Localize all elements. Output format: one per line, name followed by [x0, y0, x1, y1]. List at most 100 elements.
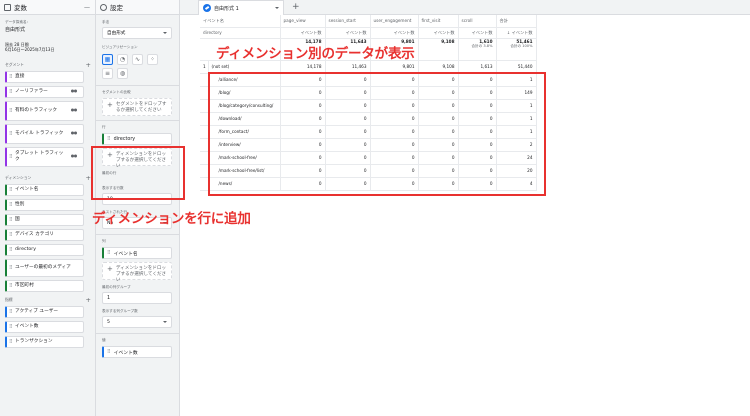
first-col-group-input[interactable]: 1 [102, 292, 172, 304]
column-dimension-chip[interactable]: ⠿ イベント名 [102, 247, 172, 259]
settings-title: 設定 [110, 4, 123, 12]
metric-header-sorted[interactable]: ↓ イベント数 [496, 27, 537, 39]
metric-header[interactable]: イベント数 [458, 27, 497, 39]
metric-header[interactable]: イベント数 [418, 27, 459, 39]
total-cell: 9,108 [418, 38, 459, 61]
row-dimension-chip[interactable]: ⠿ directory [102, 133, 172, 145]
dimension-chip[interactable]: ⠿ デバイス カテゴリ [5, 229, 84, 241]
chip-label: ユーザーの最初のメディア [15, 265, 71, 270]
drag-handle-icon[interactable]: ⠿ [9, 74, 13, 80]
metric-chip[interactable]: ⠿ アクティブ ユーザー [5, 306, 84, 318]
metric-header[interactable]: イベント数 [325, 27, 371, 39]
chip-label: モバイル トラフィック [15, 131, 64, 136]
col-header[interactable]: scroll [458, 15, 497, 28]
drag-handle-icon[interactable]: ⠿ [9, 309, 13, 315]
col-header[interactable]: user_engagement [370, 15, 419, 28]
technique-select[interactable]: 自由形式 [102, 27, 172, 39]
column-drop-zone[interactable]: + ディメンションをドロップするか選択してください [102, 262, 172, 283]
drag-handle-icon[interactable]: ⠿ [9, 187, 13, 193]
dimension-chip[interactable]: ⠿ 性別 [5, 199, 84, 211]
col-header[interactable]: first_visit [418, 15, 459, 28]
drag-handle-icon[interactable]: ⠿ [9, 108, 13, 114]
header-row-metrics: directory イベント数 イベント数 イベント数 イベント数 イベント数 … [200, 27, 537, 39]
metric-chip[interactable]: ⠿ トランザクション [5, 336, 84, 348]
drag-handle-icon[interactable]: ⠿ [9, 283, 13, 289]
dimension-chip[interactable]: ⠿ 国 [5, 214, 84, 226]
add-segment-icon[interactable]: + [86, 61, 91, 68]
table-icon[interactable]: ▦ [102, 54, 113, 65]
variables-title: 変数 [14, 4, 27, 12]
drag-handle-icon[interactable]: ⠿ [9, 89, 13, 95]
freeform-icon [203, 4, 211, 12]
annotation-top-text: ディメンション別のデータが表示 [216, 46, 415, 62]
chevron-down-icon[interactable] [275, 7, 279, 9]
drag-handle-icon[interactable]: ⠿ [9, 154, 13, 160]
chip-label: デバイス カテゴリ [15, 232, 54, 237]
chip-label: ノーリファラー [15, 89, 48, 94]
drag-handle-icon[interactable]: ⠿ [9, 202, 13, 208]
drag-handle-icon[interactable]: ⠿ [107, 250, 111, 256]
metric-header[interactable]: イベント数 [370, 27, 419, 39]
variables-icon [4, 3, 11, 11]
drag-handle-icon[interactable]: ⠿ [107, 349, 111, 355]
drag-handle-icon[interactable]: ⠿ [107, 136, 111, 142]
tab-label: 自由形式 1 [214, 5, 239, 12]
segment-drop-zone[interactable]: + セグメントをドロップするか選択してください [102, 98, 172, 116]
exploration-name-label: データ探索名： [5, 20, 31, 24]
header-dimension: directory [200, 27, 281, 39]
segment-drop-text: セグメントをドロップするか選択してください [115, 102, 167, 113]
row-index: 1 [200, 60, 209, 74]
segment-chip[interactable]: ⠿ ノーリファラー [5, 86, 84, 98]
dimension-chip[interactable]: ⠿ ユーザーの最初のメディア [5, 259, 84, 277]
add-metric-icon[interactable]: + [86, 296, 91, 303]
col-groups-select[interactable]: 5 [102, 316, 172, 328]
column-drop-text: ディメンションをドロップするか選択してください [115, 266, 167, 283]
value-metric-chip[interactable]: ⠿ イベント数 [102, 346, 172, 358]
row-chip-label: directory [113, 136, 136, 142]
line-icon[interactable]: ∿ [132, 54, 143, 65]
chip-label: イベント数 [15, 324, 39, 329]
variables-panel: 変数 — データ探索名： 自由形式 過去 28 日間 6月16日〜2025年7月… [0, 0, 96, 416]
drag-handle-icon[interactable]: ⠿ [9, 232, 13, 238]
annotation-box-rows [91, 146, 185, 200]
globe-icon[interactable]: ◍ [117, 68, 128, 79]
metric-chip[interactable]: ⠿ イベント数 [5, 321, 84, 333]
bar-icon[interactable]: ≡ [102, 68, 113, 79]
variables-header: 変数 — [0, 0, 95, 15]
segment-chip[interactable]: ⠿ 有料のトラフィック [5, 101, 84, 121]
add-tab-icon[interactable]: + [292, 1, 300, 13]
col-header[interactable]: page_view [280, 15, 326, 28]
dimension-chip[interactable]: ⠿ directory [5, 244, 84, 256]
chip-label: 直接 [15, 74, 25, 79]
chip-label: タブレット トラフィック [15, 151, 64, 162]
chip-label: イベント名 [15, 187, 39, 192]
annotation-bottom-text: ディメンションを行に追加 [92, 211, 251, 227]
scatter-icon[interactable]: ⁘ [147, 54, 158, 65]
chip-label: 有料のトラフィック [15, 108, 58, 113]
chip-label: directory [15, 247, 36, 252]
segment-chip[interactable]: ⠿ モバイル トラフィック [5, 124, 84, 144]
segment-chip[interactable]: ⠿ タブレット トラフィック [5, 147, 84, 167]
total-cell: 51,461 合計の 100% [496, 38, 537, 61]
dimension-chip[interactable]: ⠿ 市区町村 [5, 280, 84, 292]
minimize-icon[interactable]: — [84, 4, 90, 11]
drag-handle-icon[interactable]: ⠿ [9, 324, 13, 330]
total-pct: 合計の 3.8% [471, 43, 493, 48]
exploration-name[interactable]: 自由形式 [0, 26, 95, 33]
metric-header[interactable]: イベント数 [280, 27, 326, 39]
donut-icon[interactable]: ◔ [117, 54, 128, 65]
col-header[interactable]: 合計 [496, 15, 537, 28]
header-row-events: イベント名 page_view session_start user_engag… [200, 15, 537, 28]
drag-handle-icon[interactable]: ⠿ [9, 265, 13, 271]
drag-handle-icon[interactable]: ⠿ [9, 217, 13, 223]
dimension-chip[interactable]: ⠿ イベント名 [5, 184, 84, 196]
tab-freeform-1[interactable]: 自由形式 1 [198, 0, 284, 15]
col-header[interactable]: session_start [325, 15, 371, 28]
drag-handle-icon[interactable]: ⠿ [9, 339, 13, 345]
value-chip-label: イベント数 [113, 350, 138, 356]
chip-label: トランザクション [15, 339, 53, 344]
segment-chip[interactable]: ⠿ 直接 [5, 71, 84, 83]
drag-handle-icon[interactable]: ⠿ [9, 131, 13, 137]
annotation-box-table [208, 72, 546, 196]
drag-handle-icon[interactable]: ⠿ [9, 247, 13, 253]
